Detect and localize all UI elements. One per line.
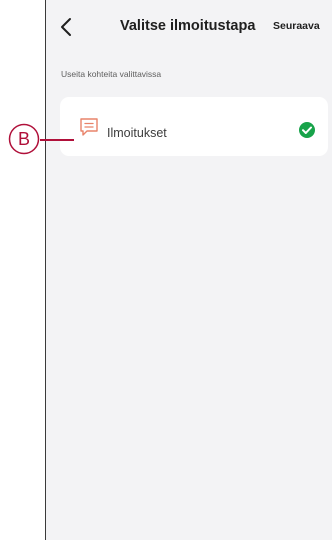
option-notifications[interactable]: Ilmoitukset [60, 97, 328, 156]
callout-label: B [17, 129, 30, 149]
next-button[interactable]: Seuraava [273, 20, 320, 32]
message-icon [78, 116, 100, 138]
page-title: Valitse ilmoitustapa [120, 18, 256, 34]
option-label: Ilmoitukset [107, 126, 167, 140]
phone-screen: Valitse ilmoitustapa Seuraava Useita koh… [45, 0, 332, 540]
check-icon [298, 121, 316, 139]
header: Valitse ilmoitustapa Seuraava [46, 0, 332, 56]
back-button[interactable] [56, 14, 78, 40]
callout-line [40, 139, 74, 141]
selection-hint: Useita kohteita valittavissa [61, 69, 162, 79]
chevron-left-icon [61, 18, 71, 36]
page: Valitse ilmoitustapa Seuraava Useita koh… [0, 0, 332, 540]
